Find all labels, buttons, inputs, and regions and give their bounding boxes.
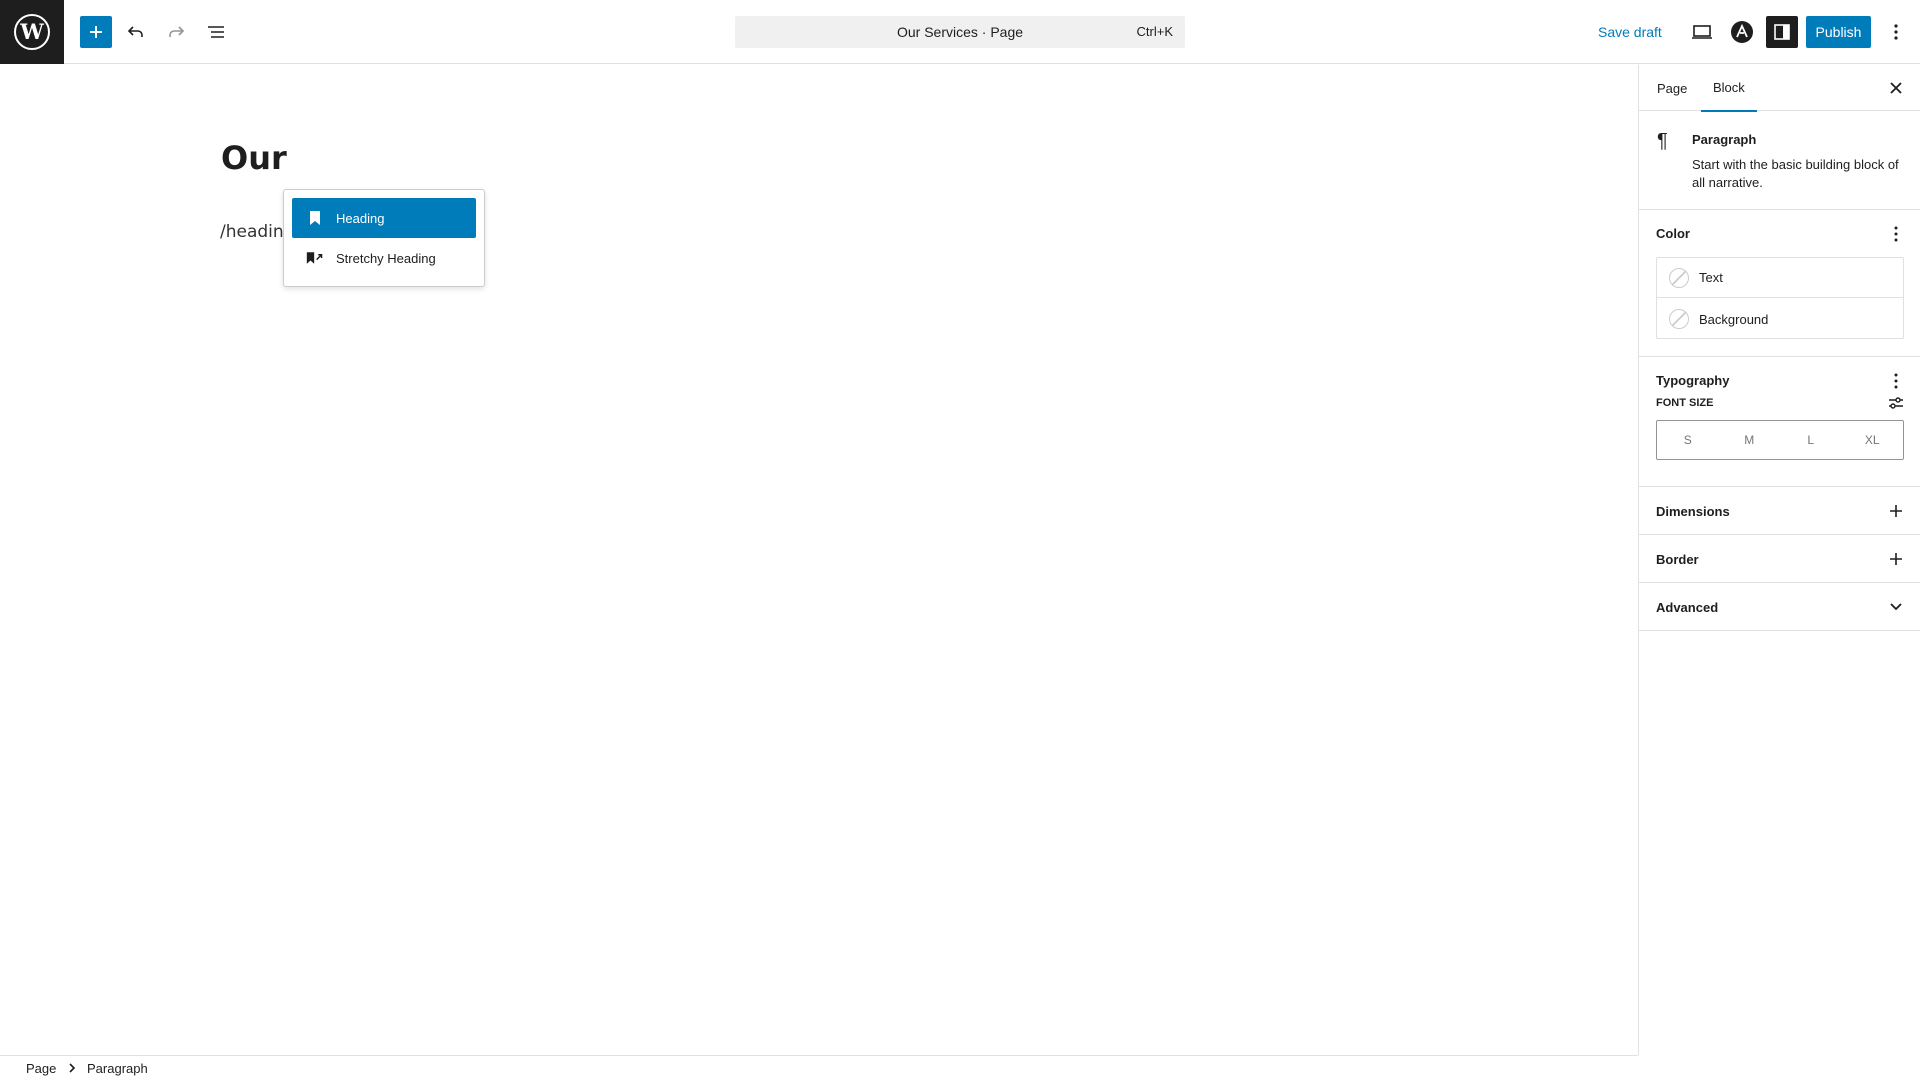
advanced-panel-title: Advanced	[1656, 600, 1719, 615]
color-settings-list: Text Background	[1656, 257, 1904, 339]
autocomplete-option-stretchy-heading[interactable]: Stretchy Heading	[292, 238, 476, 278]
plus-icon	[1890, 553, 1902, 565]
options-button[interactable]	[1880, 16, 1912, 48]
bookmark-icon	[306, 209, 324, 227]
dimensions-panel[interactable]: Dimensions	[1639, 487, 1920, 535]
add-border-button[interactable]	[1887, 550, 1905, 568]
color-panel-title: Color	[1656, 226, 1690, 241]
chevron-down-icon	[1890, 603, 1902, 611]
redo-icon	[169, 26, 185, 37]
undo-button[interactable]	[120, 16, 152, 48]
typography-panel-title: Typography	[1656, 373, 1730, 388]
sidebar-icon	[1774, 24, 1790, 40]
close-sidebar-button[interactable]	[1885, 77, 1907, 99]
color-panel: Color Text Background	[1639, 210, 1920, 357]
custom-font-size-button[interactable]	[1887, 394, 1905, 412]
redo-button[interactable]	[160, 16, 192, 48]
block-breadcrumb: Page Paragraph	[0, 1055, 1638, 1080]
breadcrumb-page[interactable]: Page	[26, 1061, 56, 1076]
text-color-item[interactable]: Text	[1657, 258, 1903, 298]
astra-logo-icon	[1731, 21, 1753, 43]
sidebar-tabs: Page Block	[1639, 65, 1920, 112]
settings-sliders-icon	[1889, 397, 1903, 409]
vertical-ellipsis-icon	[1894, 373, 1898, 389]
wordpress-logo-icon[interactable]: W	[0, 0, 64, 64]
preview-button[interactable]	[1686, 16, 1718, 48]
settings-sidebar: Page Block ¶ Paragraph Start with the ba…	[1638, 65, 1920, 1055]
block-autocomplete-popover: Heading Stretchy Heading	[283, 189, 485, 287]
background-color-item[interactable]: Background	[1657, 299, 1903, 339]
color-swatch-icon	[1669, 267, 1689, 288]
font-size-medium[interactable]: M	[1719, 421, 1781, 459]
editor-canvas: Our /heading Heading Stretchy Heading	[0, 65, 1638, 1055]
document-overview-button[interactable]	[200, 16, 232, 48]
breadcrumb-paragraph[interactable]: Paragraph	[87, 1061, 148, 1076]
typography-panel: Typography FONT SIZE S M L XL	[1639, 357, 1920, 487]
add-block-button[interactable]	[80, 16, 112, 48]
block-description: Start with the basic building block of a…	[1692, 157, 1899, 190]
font-size-small[interactable]: S	[1657, 421, 1719, 459]
save-draft-button[interactable]: Save draft	[1598, 16, 1662, 48]
stretchy-heading-icon	[306, 249, 324, 267]
add-dimensions-button[interactable]	[1887, 502, 1905, 520]
font-size-label: FONT SIZE	[1656, 397, 1714, 409]
document-title: Our Services · Page	[896, 24, 1024, 40]
autocomplete-option-label: Stretchy Heading	[336, 250, 436, 266]
list-view-icon	[208, 26, 224, 38]
block-card: ¶ Paragraph Start with the basic buildin…	[1639, 112, 1920, 210]
publish-button[interactable]: Publish	[1806, 16, 1871, 48]
astra-settings-button[interactable]	[1726, 16, 1758, 48]
svg-text:W: W	[19, 19, 44, 44]
block-name: Paragraph	[1692, 132, 1757, 147]
autocomplete-option-heading[interactable]: Heading	[292, 198, 476, 238]
editor-header: W Our Services · Page Ctrl+K Save draft	[0, 0, 1920, 64]
tab-page[interactable]: Page	[1657, 65, 1687, 111]
typography-options-button[interactable]	[1887, 372, 1905, 390]
border-panel[interactable]: Border	[1639, 535, 1920, 583]
vertical-ellipsis-icon	[1894, 226, 1898, 242]
color-options-button[interactable]	[1887, 225, 1905, 243]
plus-icon	[1890, 505, 1902, 517]
font-size-picker: S M L XL	[1656, 420, 1904, 460]
vertical-ellipsis-icon	[1894, 24, 1898, 40]
autocomplete-option-label: Heading	[336, 210, 385, 226]
font-size-extra-large[interactable]: XL	[1842, 421, 1904, 459]
paragraph-icon: ¶	[1657, 130, 1668, 152]
close-icon	[1890, 82, 1902, 94]
advanced-toggle-button[interactable]	[1887, 598, 1905, 616]
tab-block[interactable]: Block	[1701, 65, 1757, 112]
keyboard-shortcut: Ctrl+K	[1136, 24, 1173, 39]
dimensions-panel-title: Dimensions	[1656, 504, 1730, 519]
plus-icon	[90, 26, 102, 38]
background-color-label: Background	[1699, 311, 1769, 327]
settings-toggle-button[interactable]	[1766, 16, 1798, 48]
text-color-label: Text	[1699, 270, 1723, 285]
command-palette-button[interactable]: Our Services · Page Ctrl+K	[735, 16, 1185, 48]
chevron-right-icon	[69, 1063, 76, 1073]
undo-icon	[127, 26, 143, 37]
post-title[interactable]: Our	[221, 139, 287, 177]
desktop-preview-icon	[1692, 25, 1712, 39]
font-size-large[interactable]: L	[1780, 421, 1842, 459]
color-swatch-icon	[1669, 309, 1689, 329]
border-panel-title: Border	[1656, 552, 1699, 567]
advanced-panel[interactable]: Advanced	[1639, 583, 1920, 631]
